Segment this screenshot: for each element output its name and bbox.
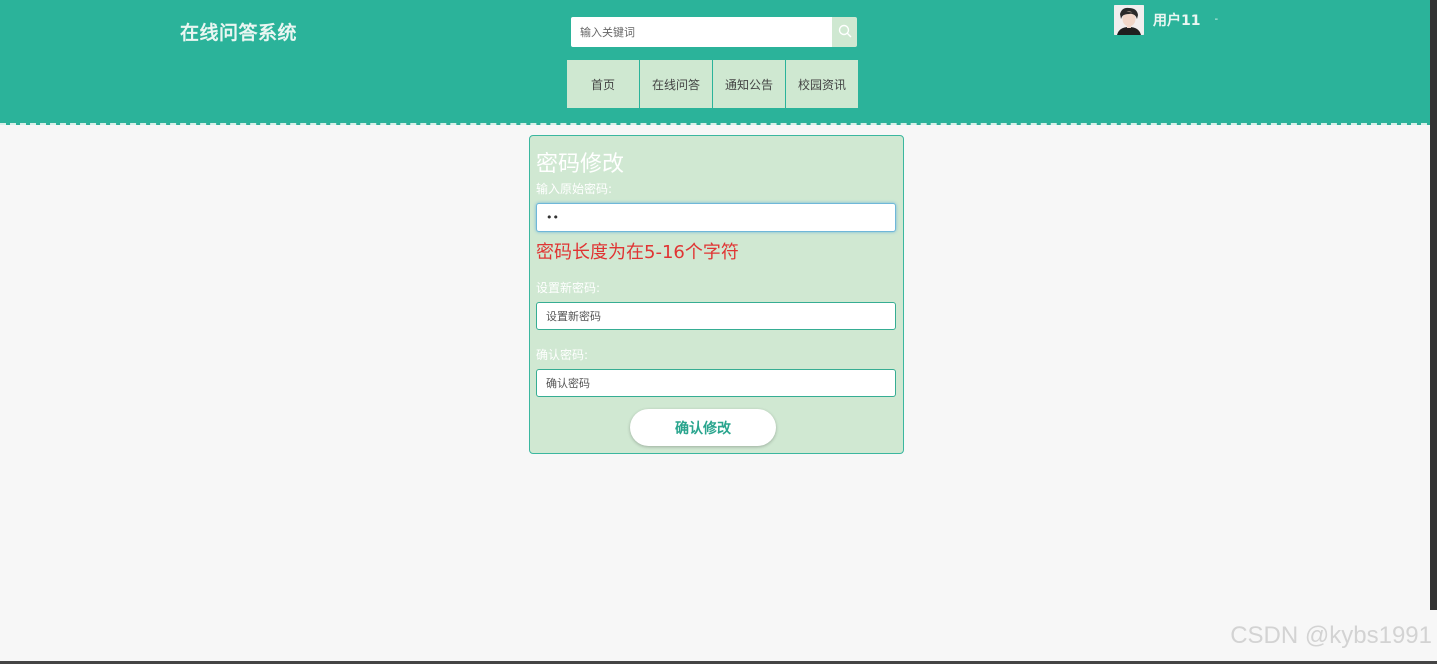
site-title[interactable]: 在线问答系统: [180, 18, 297, 45]
panel-title: 密码修改: [536, 152, 625, 177]
new-password-input[interactable]: [536, 302, 896, 330]
nav-item-qa[interactable]: 在线问答: [640, 60, 712, 108]
page-scrollbar[interactable]: [1430, 0, 1437, 610]
watermark: CSDN @kybs1991: [1230, 622, 1432, 649]
confirm-password-input[interactable]: [536, 369, 896, 397]
confirm-change-button[interactable]: 确认修改: [630, 409, 776, 446]
header-bar: 在线问答系统 首页 在线问答 通知公告 校园资讯: [0, 0, 1437, 125]
old-password-input[interactable]: [536, 203, 896, 232]
new-password-label: 设置新密码:: [536, 281, 601, 295]
search-input[interactable]: [571, 17, 832, 47]
nav-item-campus-news[interactable]: 校园资讯: [786, 60, 858, 108]
search-icon: [838, 23, 852, 42]
password-change-panel: 密码修改 输入原始密码: 密码长度为在5-16个字符 设置新密码: 确认密码: …: [529, 135, 904, 454]
user-menu[interactable]: 用户11 -: [1114, 5, 1218, 35]
main-nav: 首页 在线问答 通知公告 校园资讯: [567, 60, 858, 108]
user-avatar[interactable]: [1114, 5, 1144, 35]
password-length-error: 密码长度为在5-16个字符: [536, 242, 739, 263]
confirm-password-label: 确认密码:: [536, 348, 589, 362]
user-name[interactable]: 用户11: [1153, 10, 1200, 30]
chevron-down-icon[interactable]: -: [1214, 14, 1218, 25]
nav-item-home[interactable]: 首页: [567, 60, 639, 108]
old-password-label: 输入原始密码:: [536, 182, 613, 196]
search-box: [571, 17, 857, 47]
search-button[interactable]: [832, 17, 857, 47]
nav-item-notices[interactable]: 通知公告: [713, 60, 785, 108]
